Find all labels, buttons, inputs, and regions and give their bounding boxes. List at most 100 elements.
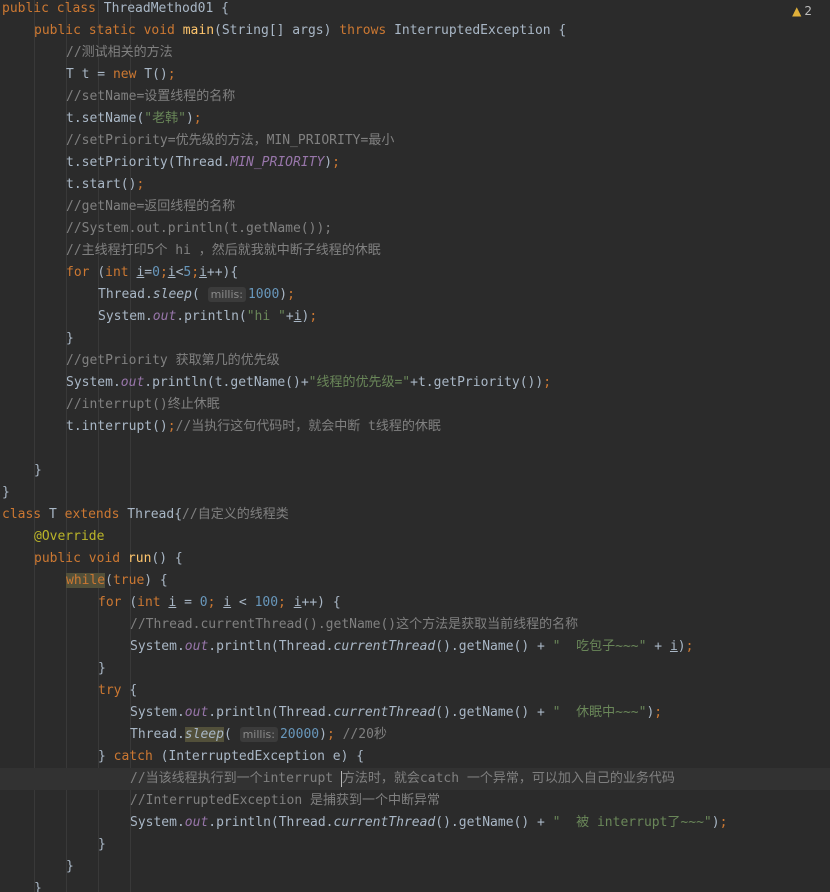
code-token: //当执行这句代码时，就会中断 t线程的休眠 [175,419,441,434]
code-line[interactable]: //当该线程执行到一个interrupt 方法时，就会catch 一个异常，可以… [0,768,830,790]
code-token: ; [287,287,295,302]
code-token: catch [113,749,161,764]
code-token: ; [159,265,168,280]
code-token: public void [34,551,128,566]
code-token: System. [130,815,185,830]
code-token: 1000 [247,287,280,302]
code-line[interactable]: //InterruptedException 是捕获到一个中断异常 [0,790,830,812]
code-line[interactable]: //getName=返回线程的名称 [0,196,830,218]
code-line[interactable]: System.out.println(Thread.currentThread(… [0,636,830,658]
code-line[interactable]: } [0,878,830,892]
code-token: ; [719,815,728,830]
code-line[interactable]: //Thread.currentThread().getName()这个方法是获… [0,614,830,636]
code-line[interactable]: t.start(); [0,174,830,196]
code-token: currentThread [333,705,436,720]
code-token: sleep [152,287,192,302]
code-line[interactable]: System.out.println(Thread.currentThread(… [0,812,830,834]
code-line[interactable]: while(true) { [0,570,830,592]
code-token: t.setName( [66,111,145,126]
code-token: Thread. [130,727,185,742]
code-token: } [66,859,74,874]
code-line[interactable]: t.setPriority(Thread.MIN_PRIORITY); [0,152,830,174]
code-token: out [184,639,209,654]
code-token: ().getName() + [435,705,553,720]
inspection-widget[interactable]: ▲ 2 [792,4,812,18]
code-line[interactable]: } [0,460,830,482]
code-token: i [199,265,207,280]
code-line[interactable]: } catch (InterruptedException e) { [0,746,830,768]
code-token: +t.getPriority()) [410,375,544,390]
code-line[interactable]: //System.out.println(t.getName()); [0,218,830,240]
code-line[interactable]: public void run() { [0,548,830,570]
warning-triangle-icon: ▲ [792,4,802,18]
code-token: //自定义的线程类 [182,507,289,522]
code-token: T t = [66,67,113,82]
code-token: } [66,331,74,346]
code-token: = [176,595,200,610]
code-token: ) [279,287,288,302]
code-line[interactable]: } [0,658,830,680]
code-token: ( [105,573,113,588]
code-line[interactable]: for (int i = 0; i < 100; i++) { [0,592,830,614]
code-line[interactable]: System.out.println(t.getName()+"线程的优先级="… [0,372,830,394]
code-token: //interrupt()终止休眠 [66,397,220,412]
code-token: i [223,595,232,610]
code-token: MIN_PRIORITY [230,155,325,170]
code-line[interactable]: //主线程打印5个 hi ，然后就我就中断子线程的休眠 [0,240,830,262]
code-token: System. [66,375,121,390]
code-line[interactable]: t.setName("老韩"); [0,108,830,130]
code-line[interactable]: } [0,328,830,350]
code-token: try [98,683,130,698]
code-token: public class [2,1,104,16]
code-token: i [669,639,678,654]
code-token: ( [129,595,138,610]
code-token: .println(t.getName()+ [144,375,309,390]
code-line[interactable]: //interrupt()终止休眠 [0,394,830,416]
code-line[interactable]: } [0,856,830,878]
code-token: = [144,265,153,280]
code-line[interactable]: System.out.println(Thread.currentThread(… [0,702,830,724]
code-line[interactable]: public class ThreadMethod01 { [0,0,830,20]
code-line[interactable]: //getPriority 获取第几的优先级 [0,350,830,372]
code-token: Thread{ [127,507,183,522]
code-token: i [293,595,302,610]
code-token: //getPriority 获取第几的优先级 [66,353,280,368]
code-token: .println(Thread. [208,639,334,654]
code-token: " 被 interrupt了~~~" [552,815,712,830]
code-token: System. [130,705,185,720]
code-line[interactable]: System.out.println("hi "+i); [0,306,830,328]
code-token: ; [167,419,176,434]
warning-count: 2 [804,4,812,18]
code-token: } [34,881,42,892]
code-token: ().getName() + [435,639,553,654]
code-line[interactable]: public static void main(String[] args) t… [0,20,830,42]
code-token: } [98,661,106,676]
code-token: ; [326,727,343,742]
code-line[interactable]: } [0,482,830,504]
code-line[interactable]: @Override [0,526,830,548]
code-token: ; [136,177,145,192]
code-line[interactable]: Thread.sleep( millis: 1000); [0,284,830,306]
code-token: < [231,595,255,610]
code-editor[interactable]: public class ThreadMethod01 {public stat… [0,0,830,892]
code-token: ( [97,265,106,280]
code-line[interactable]: try { [0,680,830,702]
code-line[interactable]: //setPriority=优先级的方法，MIN_PRIORITY=最小 [0,130,830,152]
code-line[interactable]: //测试相关的方法 [0,42,830,64]
code-token: " 吃包子~~~" [552,639,647,654]
code-line[interactable]: } [0,834,830,856]
code-line[interactable] [0,438,830,460]
code-line[interactable]: //setName=设置线程的名称 [0,86,830,108]
code-line[interactable]: for (int i=0;i<5;i++){ [0,262,830,284]
code-line[interactable]: t.interrupt();//当执行这句代码时，就会中断 t线程的休眠 [0,416,830,438]
code-token: while [66,573,106,588]
code-token: ThreadMethod01 { [103,1,229,16]
parameter-hint: millis: [207,287,246,302]
code-token: ( [223,727,240,742]
code-line[interactable]: Thread.sleep( millis: 20000); //20秒 [0,724,830,746]
code-token: ; [543,375,552,390]
code-line[interactable]: T t = new T(); [0,64,830,86]
code-token: } [2,485,10,500]
code-line[interactable]: class T extends Thread{//自定义的线程类 [0,504,830,526]
code-token: .println(Thread. [208,705,334,720]
